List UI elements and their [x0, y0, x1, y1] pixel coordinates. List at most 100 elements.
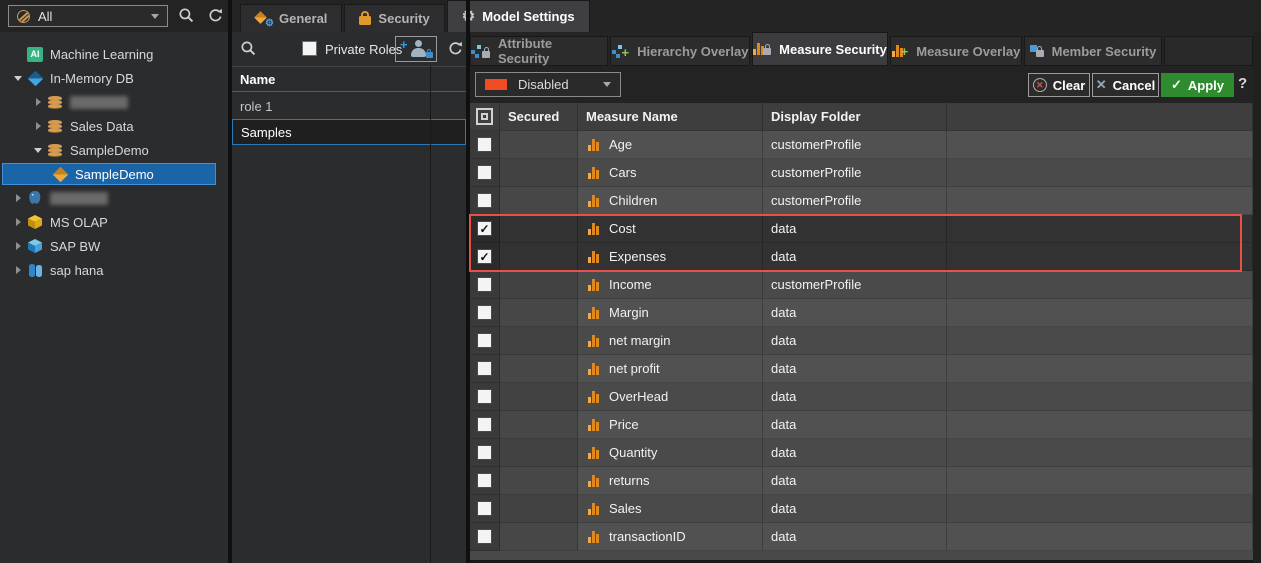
- secured-checkbox-children[interactable]: [477, 193, 492, 208]
- chevron-down-icon: [603, 82, 611, 87]
- measure-name: net margin: [609, 333, 670, 348]
- expand-caret-icon[interactable]: [10, 214, 26, 230]
- secured-checkbox-price[interactable]: [477, 417, 492, 432]
- column-header-checkbox[interactable]: [470, 103, 500, 131]
- secured-checkbox-overhead[interactable]: [477, 389, 492, 404]
- tree-item-ms-olap[interactable]: MS OLAP: [0, 210, 228, 234]
- expand-caret-icon[interactable]: [10, 190, 26, 206]
- search-icon[interactable]: [178, 7, 195, 24]
- bar-chart-icon: [588, 167, 599, 179]
- secured-flag-cell: [500, 299, 578, 327]
- empty-cell: [947, 355, 1253, 383]
- measure-row-margin[interactable]: Margindata: [470, 299, 1253, 327]
- help-button[interactable]: ?: [1238, 75, 1247, 92]
- secured-checkbox-margin[interactable]: [477, 305, 492, 320]
- secured-checkbox-returns[interactable]: [477, 473, 492, 488]
- secured-checkbox-quantity[interactable]: [477, 445, 492, 460]
- column-header-display-folder[interactable]: Display Folder: [763, 103, 947, 131]
- tree-item-sales-data[interactable]: Sales Data: [0, 114, 228, 138]
- secured-flag-cell: [500, 327, 578, 355]
- tree-item-machine-learning[interactable]: AIMachine Learning: [0, 42, 228, 66]
- tree-item-sampledemo[interactable]: SampleDemo: [2, 163, 216, 185]
- subtab-member-security[interactable]: Member Security: [1024, 36, 1162, 66]
- select-all-checkbox[interactable]: [476, 108, 493, 125]
- secured-flag-cell: [500, 383, 578, 411]
- security-mode-dropdown[interactable]: Disabled: [475, 72, 621, 97]
- measure-row-cost[interactable]: ✓Costdata: [470, 215, 1253, 243]
- secured-checkbox-income[interactable]: [477, 277, 492, 292]
- panel-divider[interactable]: [466, 0, 470, 563]
- tab-label: Security: [378, 11, 429, 26]
- measure-name-cell: Quantity: [578, 439, 763, 467]
- panel-divider[interactable]: [228, 0, 232, 563]
- subtab-measure-security[interactable]: Measure Security: [752, 32, 888, 66]
- secured-checkbox-net-margin[interactable]: [477, 333, 492, 348]
- measure-row-transactionid[interactable]: transactionIDdata: [470, 523, 1253, 551]
- add-role-button[interactable]: +: [395, 36, 437, 62]
- subtab-hierarchy-overlay[interactable]: +Hierarchy Overlay: [610, 36, 750, 66]
- measure-row-quantity[interactable]: Quantitydata: [470, 439, 1253, 467]
- measure-row-expenses[interactable]: ✓Expensesdata: [470, 243, 1253, 271]
- column-header-checkbox[interactable]: [947, 103, 1253, 131]
- secured-checkbox-expenses[interactable]: ✓: [477, 249, 492, 264]
- app-window: All ⚙GeneralSecurity⚙Model Settings AIMa…: [0, 0, 1261, 563]
- secured-cell: ✓: [470, 215, 500, 243]
- clear-button[interactable]: ✕ Clear: [1028, 73, 1090, 97]
- collapse-caret-icon[interactable]: [30, 142, 46, 158]
- tree-item-sap-bw[interactable]: SAP BW: [0, 234, 228, 258]
- measure-row-net-profit[interactable]: net profitdata: [470, 355, 1253, 383]
- measure-name-cell: net profit: [578, 355, 763, 383]
- subtab-label: Attribute Security: [498, 36, 607, 66]
- lock-icon: [359, 16, 371, 25]
- expand-caret-icon[interactable]: [10, 262, 26, 278]
- subtab-attribute-security[interactable]: Attribute Security: [470, 36, 608, 66]
- secured-checkbox-net-profit[interactable]: [477, 361, 492, 376]
- measure-row-returns[interactable]: returnsdata: [470, 467, 1253, 495]
- secured-checkbox-sales[interactable]: [477, 501, 492, 516]
- secured-cell: [470, 439, 500, 467]
- private-roles-checkbox[interactable]: [302, 41, 317, 56]
- refresh-icon[interactable]: [207, 7, 224, 24]
- secured-checkbox-age[interactable]: [477, 137, 492, 152]
- measure-row-price[interactable]: Pricedata: [470, 411, 1253, 439]
- clear-icon: ✕: [1033, 78, 1047, 92]
- tab-general[interactable]: ⚙General: [240, 4, 342, 32]
- tree-item-sap-hana[interactable]: sap hana: [0, 258, 228, 282]
- tree-item-sampledemo[interactable]: SampleDemo: [0, 138, 228, 162]
- display-folder-cell: customerProfile: [763, 131, 947, 159]
- display-folder-cell: data: [763, 383, 947, 411]
- expand-caret-icon[interactable]: [10, 238, 26, 254]
- tree-item-redacted[interactable]: [0, 90, 228, 114]
- display-folder: data: [771, 417, 796, 432]
- cancel-button[interactable]: ✕ Cancel: [1092, 73, 1159, 97]
- measure-row-sales[interactable]: Salesdata: [470, 495, 1253, 523]
- column-header-measure-name[interactable]: Measure Name: [578, 103, 763, 131]
- display-folder: customerProfile: [771, 277, 861, 292]
- subtab-measure-overlay[interactable]: +Measure Overlay: [890, 36, 1022, 66]
- database-icon: [48, 120, 62, 133]
- measure-name: net profit: [609, 361, 660, 376]
- refresh-icon[interactable]: [447, 40, 464, 57]
- collapse-caret-icon[interactable]: [10, 70, 26, 86]
- column-header-secured[interactable]: Secured: [500, 103, 578, 131]
- scope-dropdown[interactable]: All: [8, 5, 168, 27]
- measure-name: Cost: [609, 221, 636, 236]
- measure-row-cars[interactable]: CarscustomerProfile: [470, 159, 1253, 187]
- expand-caret-icon[interactable]: [30, 94, 46, 110]
- tree-item-in-memory-db[interactable]: In-Memory DB: [0, 66, 228, 90]
- secured-flag-cell: [500, 271, 578, 299]
- search-icon[interactable]: [240, 40, 257, 57]
- tab-security[interactable]: Security: [344, 4, 444, 32]
- measure-row-children[interactable]: ChildrencustomerProfile: [470, 187, 1253, 215]
- measure-row-net-margin[interactable]: net margindata: [470, 327, 1253, 355]
- secured-checkbox-transactionid[interactable]: [477, 529, 492, 544]
- secured-cell: [470, 495, 500, 523]
- measure-row-income[interactable]: IncomecustomerProfile: [470, 271, 1253, 299]
- measure-row-overhead[interactable]: OverHeaddata: [470, 383, 1253, 411]
- expand-caret-icon[interactable]: [30, 118, 46, 134]
- tree-item-redacted[interactable]: [0, 186, 228, 210]
- apply-button[interactable]: ✓ Apply: [1161, 73, 1234, 97]
- secured-checkbox-cost[interactable]: ✓: [477, 221, 492, 236]
- measure-row-age[interactable]: AgecustomerProfile: [470, 131, 1253, 159]
- secured-checkbox-cars[interactable]: [477, 165, 492, 180]
